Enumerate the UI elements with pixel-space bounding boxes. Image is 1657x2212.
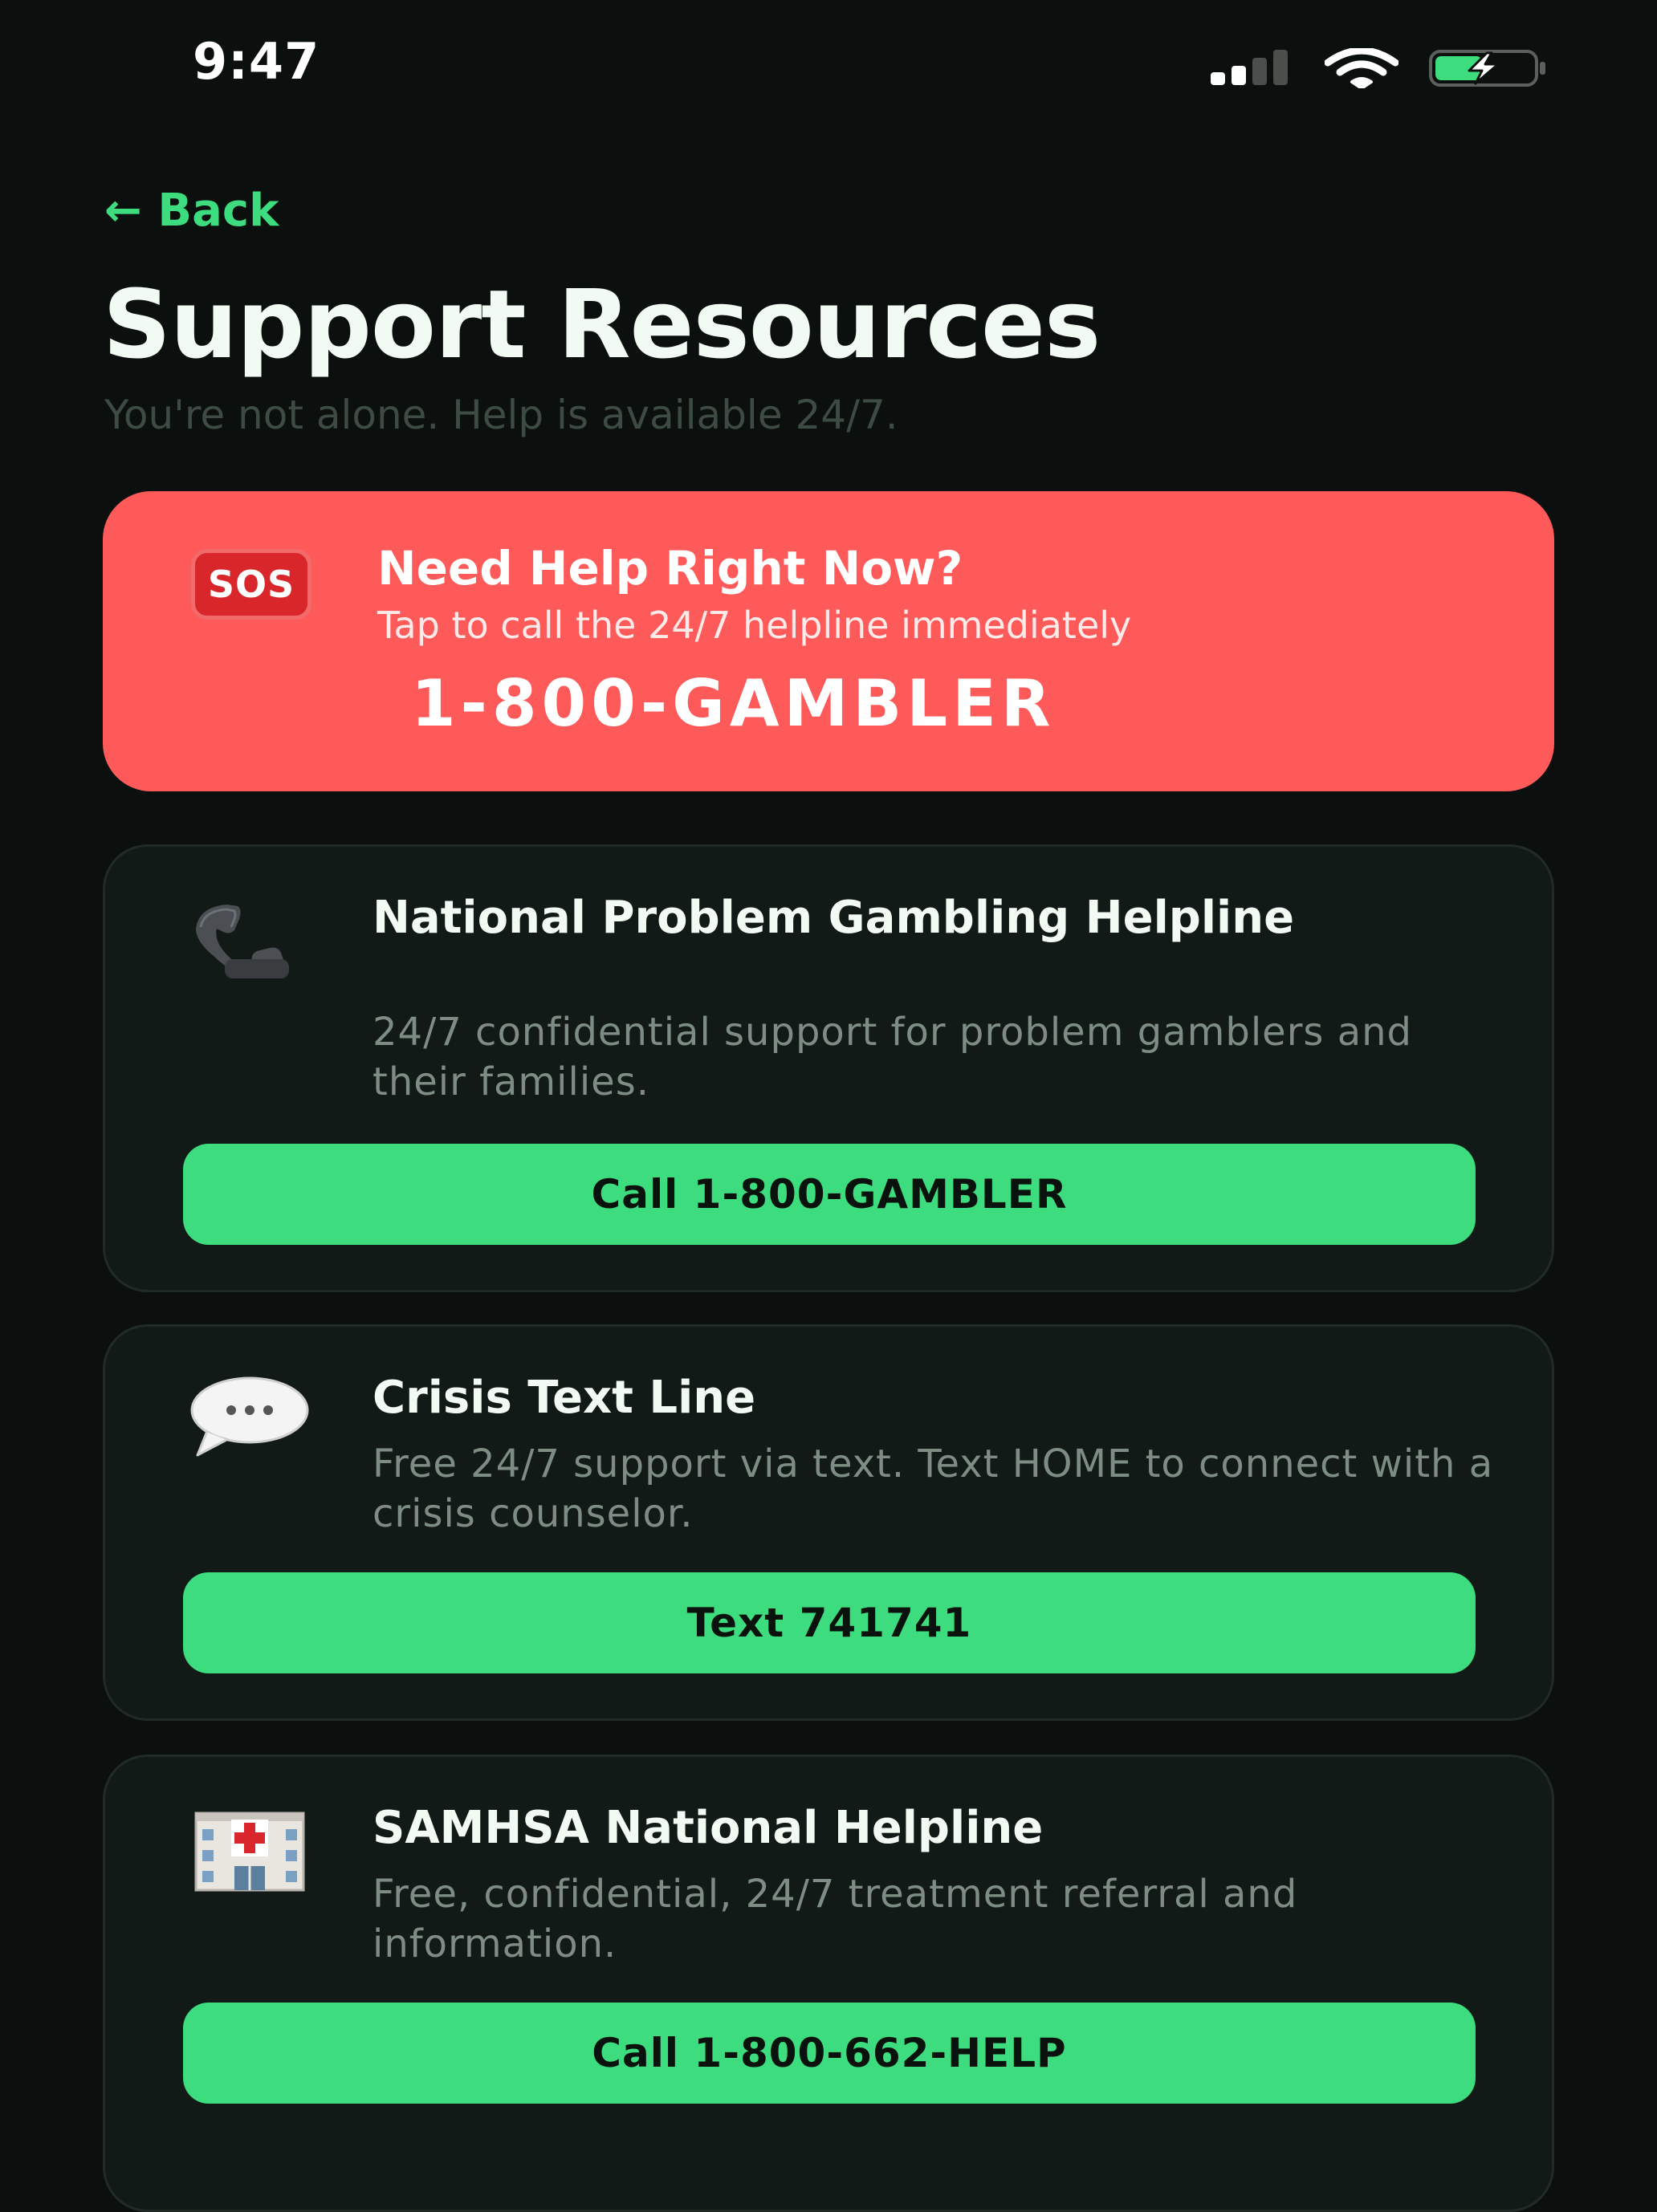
status-bar: 9:47	[0, 0, 1657, 136]
back-button[interactable]: ← Back	[104, 185, 279, 237]
page-subtitle: You're not alone. Help is available 24/7…	[104, 392, 898, 438]
battery-charging-icon	[1429, 50, 1545, 87]
speech-bubble-icon	[190, 1376, 309, 1457]
resource-description: 24/7 confidential support for problem ga…	[373, 1010, 1412, 1104]
resource-title: Crisis Text Line	[373, 1372, 756, 1424]
resource-title: SAMHSA National Helpline	[373, 1802, 1044, 1854]
text-crisis-line-button[interactable]: Text 741741	[183, 1572, 1476, 1673]
emergency-title: Need Help Right Now?	[377, 541, 963, 596]
resource-title: National Problem Gambling Helpline	[373, 892, 1295, 944]
emergency-phone-number: 1-800-GAMBLER	[411, 666, 1056, 741]
resource-card-samhsa: SAMHSA National Helpline Free, confident…	[103, 1755, 1554, 2212]
sos-icon: SOS	[191, 549, 311, 620]
resource-card-gambling-helpline: National Problem Gambling Helpline 24/7 …	[103, 844, 1554, 1292]
resource-description: Free, confidential, 24/7 treatment refer…	[373, 1872, 1298, 1966]
resource-card-crisis-text-line: Crisis Text Line Free 24/7 support via t…	[103, 1324, 1554, 1721]
emergency-subtitle: Tap to call the 24/7 helpline immediatel…	[377, 604, 1132, 647]
call-gambler-button[interactable]: Call 1-800-GAMBLER	[183, 1144, 1476, 1245]
call-samhsa-button[interactable]: Call 1-800-662-HELP	[183, 2003, 1476, 2104]
page-title: Support Resources	[103, 269, 1101, 380]
status-time: 9:47	[193, 32, 320, 91]
cellular-signal-icon	[1211, 50, 1291, 85]
emergency-helpline-card[interactable]: SOS Need Help Right Now? Tap to call the…	[103, 491, 1554, 791]
resource-description: Free 24/7 support via text. Text HOME to…	[373, 1441, 1494, 1536]
telephone-icon	[196, 905, 289, 979]
wifi-icon	[1325, 48, 1398, 88]
hospital-icon	[194, 1811, 305, 1892]
